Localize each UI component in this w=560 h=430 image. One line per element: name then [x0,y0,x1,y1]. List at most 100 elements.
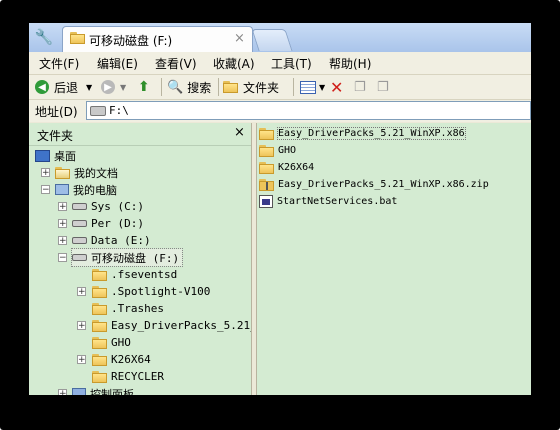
toolbar: ◀ 后退 ▼ ▶ ▼ ⬆ 🔍 搜索 文件夹 ▼ ✕ ❐ ❐ [29,75,531,100]
tree-item-folder[interactable]: .fseventsd [92,266,177,283]
folders-pane-close-button[interactable]: × [234,125,245,140]
tree-item-label: Easy_DriverPacks_5.21_W [111,319,251,332]
tree-item-folder[interactable]: Easy_DriverPacks_5.21_W [92,317,251,334]
tree-expand-toggle[interactable]: + [77,321,86,331]
menu-help[interactable]: 帮助(H) [329,55,371,72]
toolbar-separator [161,78,162,96]
menu-edit[interactable]: 编辑(E) [97,55,138,72]
file-name: StartNetServices.bat [277,196,398,207]
file-name: GHO [278,145,297,156]
menu-view[interactable]: 查看(V) [155,55,197,72]
tree-item-drive-f[interactable]: 可移动磁盘 (F:) [70,248,184,267]
tree-expand-toggle[interactable]: + [77,287,86,297]
tree-item-my-computer[interactable]: 我的电脑 [55,181,117,198]
forward-dropdown-icon[interactable]: ▼ [120,83,126,92]
views-icon [300,80,316,94]
removable-drive-icon [72,254,87,261]
back-button[interactable]: ◀ 后退 ▼ [35,78,92,96]
folders-button[interactable]: 文件夹 [223,78,279,96]
tree-item-folder[interactable]: RECYCLER [92,368,164,385]
tree-item-desktop[interactable]: 桌面 [35,147,76,164]
tree-item-label: K26X64 [111,353,151,366]
folder-icon [259,144,274,157]
tree-expand-toggle[interactable]: + [77,355,86,365]
back-arrow-icon: ◀ [35,80,49,94]
folder-icon [70,32,85,44]
folder-tree: 桌面 + 我的文档 − 我的电脑 + Sys (C:) + Per (D:) +… [29,146,251,395]
tree-expand-toggle[interactable]: + [58,219,67,229]
folder-icon [92,285,107,298]
desktop-icon [35,149,50,162]
file-name: Easy_DriverPacks_5.21_WinXP.x86.zip [278,179,489,190]
tree-item-control-panel[interactable]: 控制面板 [72,385,134,395]
hard-drive-icon [72,203,87,210]
tree-item-folder[interactable]: .Spotlight-V100 [92,283,210,300]
tree-item-drive-d[interactable]: Per (D:) [72,215,144,232]
wrench-icon[interactable]: 🔧 [33,26,55,48]
tab-close-button[interactable]: × [234,31,245,46]
screenshot-frame: 🔧 可移动磁盘 (F:) × 文件(F) 编辑(E) 查看(V) 收藏(A) 工… [0,0,560,430]
tree-collapse-toggle[interactable]: − [41,185,50,195]
tree-expand-toggle[interactable]: + [58,389,67,395]
move-to-icon[interactable]: ❐ [354,78,366,96]
hard-drive-icon [72,220,87,227]
file-item[interactable]: GHO [259,142,296,159]
content-panes: 文件夹 × 桌面 + 我的文档 − 我的电脑 + Sys (C:) + Per … [29,123,531,395]
forward-button[interactable]: ▶ ▼ [101,78,126,96]
tree-item-label: 控制面板 [90,387,134,396]
folder-icon [92,353,107,366]
tab-title: 可移动磁盘 (F:) [89,34,173,48]
tree-item-label: .fseventsd [111,268,178,281]
tab-removable-disk[interactable]: 可移动磁盘 (F:) × [62,26,253,52]
tree-item-folder[interactable]: K26X64 [92,351,151,368]
views-button[interactable]: ▼ [300,78,325,96]
tree-item-label: 桌面 [54,149,76,163]
menu-bar: 文件(F) 编辑(E) 查看(V) 收藏(A) 工具(T) 帮助(H) [29,52,531,75]
menu-file[interactable]: 文件(F) [39,55,79,72]
tree-item-my-documents[interactable]: 我的文档 [55,164,118,181]
file-item[interactable]: Easy_DriverPacks_5.21_WinXP.x86.zip [259,176,489,193]
tree-expand-toggle[interactable]: + [41,168,50,178]
back-dropdown-icon[interactable]: ▼ [86,83,92,92]
file-item[interactable]: StartNetServices.bat [259,193,397,210]
delete-icon[interactable]: ✕ [330,78,343,97]
forward-arrow-icon: ▶ [101,80,115,94]
zip-folder-icon [259,178,274,191]
new-tab-button[interactable] [251,29,293,51]
tree-item-label: RECYCLER [111,370,164,383]
folders-icon [223,81,238,93]
computer-icon [55,184,69,195]
tree-expand-toggle[interactable]: + [58,236,67,246]
copy-to-icon[interactable]: ❐ [377,78,389,96]
file-item[interactable]: K26X64 [259,159,314,176]
search-label: 搜索 [187,80,212,95]
folder-icon [259,161,274,174]
tree-item-label: GHO [111,336,131,349]
folder-icon [92,302,107,315]
tree-item-folder[interactable]: GHO [92,334,131,351]
menu-tools[interactable]: 工具(T) [271,55,312,72]
tree-item-label: .Spotlight-V100 [111,285,211,298]
folder-icon [259,127,274,140]
menu-favorites[interactable]: 收藏(A) [213,55,255,72]
folder-icon [92,370,107,383]
tree-item-drive-c[interactable]: Sys (C:) [72,198,144,215]
search-icon: 🔍 [167,79,184,95]
tree-item-drive-e[interactable]: Data (E:) [72,232,151,249]
file-item[interactable]: Easy_DriverPacks_5.21_WinXP.x86 [259,125,466,142]
views-dropdown-icon: ▼ [319,82,326,92]
bat-file-icon [259,195,273,208]
tree-collapse-toggle[interactable]: − [58,253,67,263]
hard-drive-icon [72,237,87,244]
back-label: 后退 [54,80,79,95]
up-button[interactable]: ⬆ [138,78,150,96]
toolbar-separator [293,78,294,96]
search-button[interactable]: 🔍 搜索 [167,78,211,96]
tree-expand-toggle[interactable]: + [58,202,67,212]
address-input[interactable]: F:\ [86,101,531,120]
folders-label: 文件夹 [243,80,280,95]
folder-icon [92,336,107,349]
tree-item-folder[interactable]: .Trashes [92,300,164,317]
toolbar-separator [218,78,219,96]
tree-item-label: 我的文档 [74,166,118,180]
